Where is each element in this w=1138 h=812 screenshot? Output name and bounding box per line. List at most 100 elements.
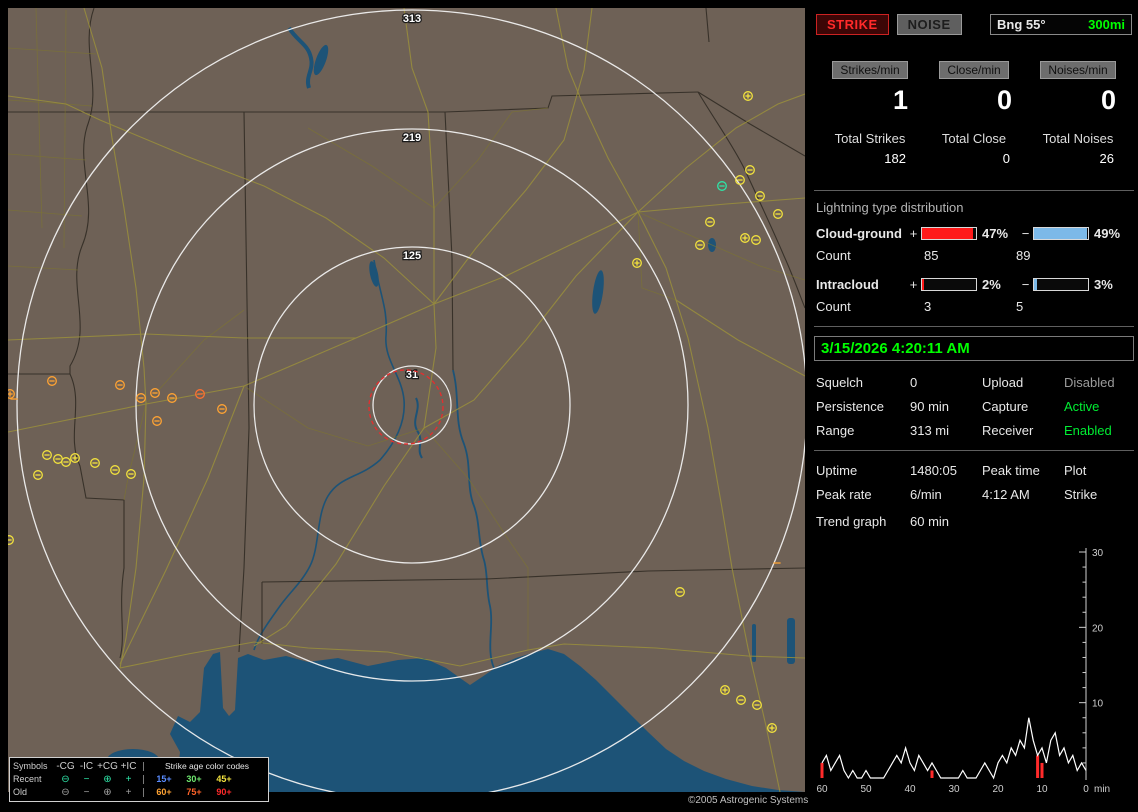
peak-rate-label: Peak rate [816,487,872,502]
uptime-label: Uptime [816,463,858,478]
svg-text:50: 50 [860,784,872,795]
ic-positive-count: 3 [924,299,932,314]
ic-count-label: Count [816,299,851,314]
trend-window-value: 60 min [910,514,950,529]
svg-text:min: min [1094,784,1110,795]
capture-status: Active [1064,399,1100,414]
total-strikes-label: Total Strikes [834,131,906,146]
peak-time-value: 4:12 AM [982,487,1030,502]
ic-positive-bar [921,277,977,291]
svg-text:125: 125 [403,250,421,262]
bearing-range-box: Bng 55° 300mi [990,14,1132,35]
total-close-label: Total Close [941,131,1007,146]
noises-per-min-button[interactable]: Noises/min [1040,61,1116,79]
receiver-label: Receiver [982,423,1034,438]
strike-mode-button[interactable]: STRIKE [816,14,889,35]
ic-negative-bar [1033,277,1089,291]
copyright-text: ©2005 Astrogenic Systems [688,795,809,806]
age-30: 30+ [186,774,202,784]
cg-count-label: Count [816,248,851,263]
legend-col-ic-pos: +IC [120,760,137,772]
svg-text:219: 219 [403,132,421,144]
noises-per-min-value: 0 [1100,85,1116,115]
intracloud-label: Intracloud [816,276,879,292]
range-badge: 300mi [1088,17,1125,32]
range-value: 313 mi [910,423,950,438]
old-cg-neg-icon: ⊖ [61,786,70,798]
recent-cg-pos-icon: ⊕ [103,773,112,785]
total-close-value: 0 [1002,151,1010,166]
strikes-per-min-button[interactable]: Strikes/min [832,61,908,79]
cg-count-row: Count 85 89 [816,248,1132,263]
plus-sign: + [909,276,918,292]
lightning-map[interactable]: 313 219 125 31 [8,8,805,792]
map-legend: Symbols -CG -IC +CG +IC Strike age color… [9,757,269,802]
cloud-ground-row: Cloud-ground + 47% − 49% [816,224,1132,242]
legend-symbols-header: Symbols [13,761,48,771]
svg-text:60: 60 [816,784,828,795]
squelch-label: Squelch [816,375,863,390]
minus-sign: − [1021,276,1030,292]
legend-col-ic-neg: -IC [79,760,94,772]
old-ic-pos-icon: + [125,786,132,798]
svg-text:10: 10 [1036,784,1048,795]
datetime-box: 3/15/2026 4:20:11 AM [814,336,1134,361]
minus-sign: − [1021,225,1030,241]
plus-sign: + [909,225,918,241]
legend-old-row: Old ⊖ − ⊕ + 60+ 75+ 90+ [13,786,265,799]
squelch-value: 0 [910,375,918,390]
recent-ic-neg-icon: − [83,773,90,785]
intracloud-row: Intracloud + 2% − 3% [816,275,1132,293]
plot-mode-value: Strike [1064,487,1098,502]
total-noises-value: 26 [1099,151,1114,166]
upload-label: Upload [982,375,1024,390]
svg-text:40: 40 [904,784,916,795]
age-15: 15+ [156,774,172,784]
upload-status: Disabled [1064,375,1115,390]
recent-ic-pos-icon: + [125,773,132,785]
ic-positive-pct: 2% [982,276,1001,292]
old-ic-neg-icon: − [83,786,90,798]
persistence-label: Persistence [816,399,884,414]
svg-text:20: 20 [992,784,1004,795]
svg-text:10: 10 [1092,699,1104,710]
cg-negative-bar [1033,226,1089,240]
svg-text:0: 0 [1083,784,1089,795]
cg-positive-bar [921,226,977,240]
noise-mode-button[interactable]: NOISE [896,14,962,35]
rate-values-row: 1 0 0 [818,83,1130,117]
svg-text:30: 30 [1092,548,1104,559]
total-noises-label: Total Noises [1042,131,1114,146]
close-per-min-value: 0 [996,85,1012,115]
age-60: 60+ [156,787,172,797]
peak-time-label: Peak time [982,463,1040,478]
stats-grid: Uptime 1480:05 Peak time Plot Peak rate … [816,463,1132,502]
totals-labels-row: Total Strikes Total Close Total Noises [818,131,1130,146]
svg-text:20: 20 [1092,623,1104,634]
mode-toolbar: STRIKE NOISE Bng 55° 300mi [816,14,1132,35]
trend-graph-label: Trend graph [816,514,887,529]
ic-negative-count: 5 [1016,299,1024,314]
old-cg-pos-icon: ⊕ [103,786,112,798]
totals-values-row: 182 0 26 [818,151,1130,166]
total-strikes-value: 182 [884,151,906,166]
plot-label: Plot [1064,463,1087,478]
age-75: 75+ [186,787,202,797]
peak-rate-value: 6/min [910,487,942,502]
cg-negative-pct: 49% [1094,225,1121,241]
legend-recent-row: Recent ⊖ − ⊕ + 15+ 30+ 45+ [13,773,265,786]
age-45: 45+ [216,774,232,784]
distribution-title: Lightning type distribution [816,200,964,215]
uptime-value: 1480:05 [910,463,957,478]
ic-negative-pct: 3% [1094,276,1113,292]
range-label: Range [816,423,855,438]
rate-chips-row: Strikes/min Close/min Noises/min [818,61,1130,79]
cloud-ground-label: Cloud-ground [816,225,902,241]
status-panel: STRIKE NOISE Bng 55° 300mi Strikes/min C… [812,6,1136,808]
legend-recent-label: Recent [13,774,42,784]
close-per-min-button[interactable]: Close/min [939,61,1009,79]
bearing-value: Bng 55° [997,17,1046,32]
legend-age-header: Strike age color codes [164,761,250,772]
receiver-status: Enabled [1064,423,1112,438]
app-window: 313 219 125 31 Symbols -CG -IC +CG +IC Stri… [0,0,1138,812]
